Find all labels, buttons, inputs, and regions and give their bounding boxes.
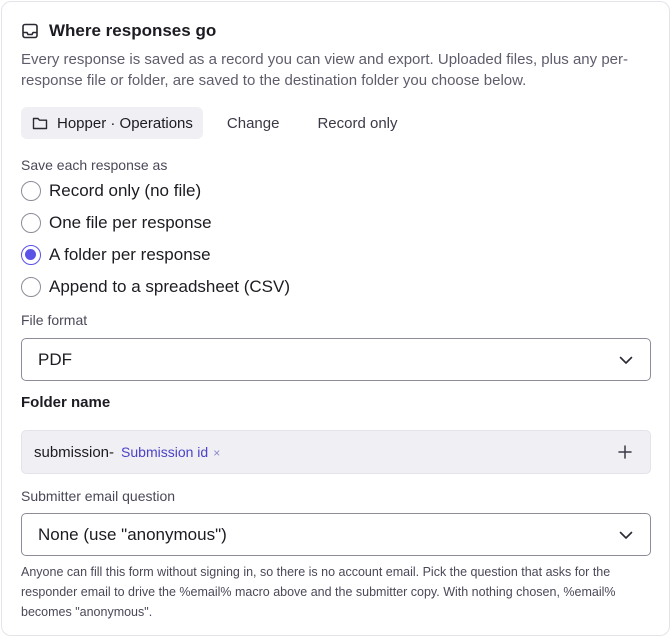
- radio-button[interactable]: [21, 277, 41, 297]
- submission-id-token: Submission id ×: [121, 444, 220, 460]
- chevron-down-icon: [619, 531, 633, 539]
- radio-button-selected[interactable]: [21, 245, 41, 265]
- section-header: Where responses go: [21, 20, 216, 42]
- radio-button[interactable]: [21, 181, 41, 201]
- submitter-email-value: None (use "anonymous"): [38, 524, 227, 544]
- radio-option-folder-per-response[interactable]: A folder per response: [21, 244, 211, 266]
- section-title: Where responses go: [49, 21, 217, 40]
- radio-option-record-only[interactable]: Record only (no file): [21, 180, 201, 202]
- record-only-button[interactable]: Record only: [313, 115, 401, 132]
- radio-option-label: Record only (no file): [49, 181, 202, 200]
- remove-token-button[interactable]: ×: [213, 446, 220, 460]
- file-format-value: PDF: [38, 349, 72, 369]
- folder-name-label: Folder name: [21, 394, 111, 411]
- destination-folder-chip[interactable]: Hopper · Operations: [21, 107, 203, 139]
- plus-icon[interactable]: [615, 442, 635, 462]
- radio-option-label: A folder per response: [49, 245, 211, 264]
- folder-icon: [32, 117, 48, 130]
- radio-option-file-per-response[interactable]: One file per response: [21, 212, 212, 234]
- submitter-email-select[interactable]: None (use "anonymous"): [21, 513, 651, 556]
- submitter-email-help: Anyone can fill this form without signin…: [21, 565, 616, 619]
- radio-option-label: Append to a spreadsheet (CSV): [49, 277, 290, 296]
- file-format-label: File format: [21, 312, 88, 328]
- file-format-select[interactable]: PDF: [21, 338, 651, 381]
- folder-name-input[interactable]: submission- Submission id ×: [21, 430, 651, 474]
- inbox-tray-icon: [22, 23, 38, 39]
- token-label: Submission id: [121, 444, 209, 460]
- radio-option-append-csv[interactable]: Append to a spreadsheet (CSV): [21, 276, 290, 298]
- radio-option-label: One file per response: [49, 213, 212, 232]
- submitter-email-label: Submitter email question: [21, 488, 176, 504]
- save-as-label: Save each response as: [21, 157, 168, 173]
- intro-text: Every response is saved as a record you …: [21, 51, 628, 89]
- radio-button[interactable]: [21, 213, 41, 233]
- destination-folder-label: Hopper · Operations: [57, 114, 193, 132]
- chevron-down-icon: [619, 356, 633, 364]
- change-destination-button[interactable]: Change: [223, 115, 284, 132]
- destination-row: Hopper · Operations Change Record only: [21, 107, 402, 139]
- folder-name-prefix: submission-: [34, 443, 115, 461]
